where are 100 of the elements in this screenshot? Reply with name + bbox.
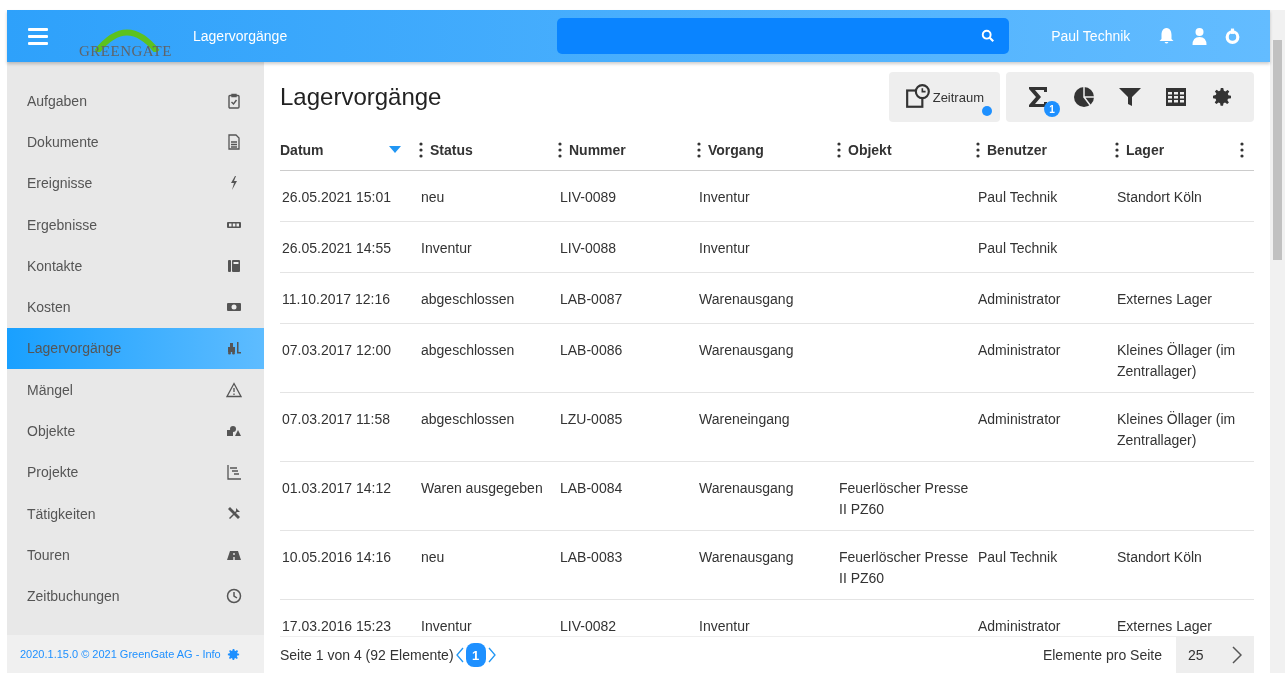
table-cell: LAB-0087 xyxy=(560,291,623,307)
search-icon[interactable] xyxy=(981,29,996,43)
column-menu-icon[interactable] xyxy=(419,142,423,158)
table-cell: Inventur xyxy=(699,240,750,256)
table-cell: Inventur xyxy=(421,618,472,634)
column-header[interactable]: Objekt xyxy=(848,142,892,158)
doc-icon xyxy=(226,133,242,150)
filter-icon[interactable] xyxy=(1118,85,1142,109)
menu-icon[interactable] xyxy=(28,27,48,45)
app-title: Lagervorgänge xyxy=(193,28,288,44)
table-cell: 01.03.2017 14:12 xyxy=(282,480,391,496)
sidebar-item[interactable]: Ergebnisse xyxy=(7,203,264,246)
search-field[interactable] xyxy=(557,18,1010,54)
sidebar-item[interactable]: Ereignisse xyxy=(7,162,264,204)
table-cell: Waren ausgegeben xyxy=(421,480,543,496)
table-cell: LAB-0083 xyxy=(560,549,623,565)
table-cell: LIV-0088 xyxy=(560,240,617,256)
table-cell: 17.03.2016 15:23 xyxy=(282,618,391,634)
page-info: Seite 1 von 4 (92 Elemente) xyxy=(280,647,454,663)
table-cell: LIV-0082 xyxy=(560,618,617,634)
column-menu-icon[interactable] xyxy=(558,142,562,158)
page-button[interactable]: 1 xyxy=(465,643,486,667)
table-icon[interactable] xyxy=(1164,85,1188,109)
table-cell: Inventur xyxy=(699,618,750,634)
sidebar-item[interactable]: Zeitbuchungen xyxy=(7,575,264,617)
sum-icon[interactable] xyxy=(1026,85,1050,109)
sidebar-item[interactable]: Tätigkeiten xyxy=(7,492,264,535)
per-page-label: Elemente pro Seite xyxy=(1042,647,1162,663)
column-menu-icon[interactable] xyxy=(976,142,980,158)
chevron-right-icon xyxy=(1232,646,1242,664)
table-cell: Standort Köln xyxy=(1117,549,1202,565)
sidebar-item[interactable]: Mängel xyxy=(7,369,264,411)
next-page-icon[interactable] xyxy=(487,647,496,663)
table-cell: 07.03.2017 11:58 xyxy=(282,411,390,427)
count-badge: 1 xyxy=(1044,101,1060,117)
table-cell: LAB-0086 xyxy=(560,342,623,358)
gantt-icon xyxy=(226,464,242,481)
table-cell: Externes Lager xyxy=(1117,618,1212,634)
table-cell: Warenausgang xyxy=(699,480,794,496)
settings-icon[interactable] xyxy=(1210,85,1234,109)
table-cell: 26.05.2021 15:01 xyxy=(282,189,391,205)
column-header[interactable]: Vorgang xyxy=(708,142,764,158)
phone-icon xyxy=(226,257,242,274)
table-cell: abgeschlossen xyxy=(421,342,515,358)
column-menu-icon[interactable] xyxy=(837,142,841,158)
table-cell: Administrator xyxy=(978,618,1061,634)
table-cell: Standort Köln xyxy=(1117,189,1202,205)
pie-chart-icon[interactable] xyxy=(1072,85,1096,109)
zeitraum-button[interactable]: Zeitraum xyxy=(888,72,1000,122)
sidebar-item[interactable]: Kontakte xyxy=(7,245,264,287)
table-cell: Wareneingang xyxy=(699,411,790,427)
table-cell: Paul Technik xyxy=(978,240,1058,256)
sidebar-item[interactable]: Objekte xyxy=(7,410,264,452)
table-cell: Warenausgang xyxy=(699,342,794,358)
table-cell: Feuerlöscher Presse II PZ60 xyxy=(839,480,969,517)
table-cell: 10.05.2016 14:16 xyxy=(282,549,391,565)
table-cell: neu xyxy=(421,549,445,565)
table-cell: Externes Lager xyxy=(1117,291,1212,307)
sidebar-item[interactable]: Aufgaben xyxy=(7,80,264,122)
shapes-icon xyxy=(226,423,242,439)
per-page-select[interactable]: 25 xyxy=(1176,637,1254,673)
table-cell: Paul Technik xyxy=(978,189,1058,205)
column-menu-icon[interactable] xyxy=(1115,142,1119,158)
table-cell: Feuerlöscher Presse II PZ60 xyxy=(839,549,969,586)
table-cell: LZU-0085 xyxy=(560,411,623,427)
clock-icon xyxy=(226,588,242,605)
column-menu-icon[interactable] xyxy=(697,142,701,158)
table-cell: 11.10.2017 12:16 xyxy=(282,291,390,307)
table-cell: Administrator xyxy=(978,291,1061,307)
page-title: Lagervorgänge xyxy=(280,83,443,111)
table-cell: Warenausgang xyxy=(699,549,794,565)
table-cell: Inventur xyxy=(421,240,472,256)
sort-descending-icon[interactable] xyxy=(389,146,401,154)
sidebar-item[interactable]: Kosten xyxy=(7,286,264,328)
table-cell: neu xyxy=(421,189,445,205)
table-cell: 26.05.2021 14:55 xyxy=(282,240,391,256)
clipboard-icon xyxy=(226,92,242,109)
warning-icon xyxy=(226,381,242,398)
column-header[interactable]: Datum xyxy=(280,142,324,158)
column-header[interactable]: Lager xyxy=(1126,142,1165,158)
sidebar-item[interactable]: Projekte xyxy=(7,451,264,493)
table-cell: Administrator xyxy=(978,342,1061,358)
table-cell: LAB-0084 xyxy=(560,480,623,496)
column-header[interactable]: Status xyxy=(430,142,473,158)
column-menu-icon[interactable] xyxy=(1240,142,1244,158)
table-cell: LIV-0089 xyxy=(560,189,617,205)
previous-page-icon[interactable] xyxy=(455,647,464,663)
sidebar-item[interactable]: Touren xyxy=(7,534,264,576)
column-header[interactable]: Nummer xyxy=(569,142,626,158)
table-cell: abgeschlossen xyxy=(421,291,515,307)
scrollbar-thumb[interactable] xyxy=(1273,40,1282,260)
sidebar-item[interactable]: Dokumente xyxy=(7,121,264,163)
table-cell: Kleines Öllager (im Zentrallager) xyxy=(1117,411,1236,448)
table-cell: Administrator xyxy=(978,411,1061,427)
table-cell: Inventur xyxy=(699,189,750,205)
logo-text: GREENGATE xyxy=(79,43,172,60)
column-header[interactable]: Benutzer xyxy=(987,142,1047,158)
table-cell: 07.03.2017 12:00 xyxy=(282,342,391,358)
calendar-clock-icon xyxy=(904,84,931,110)
table-cell: Paul Technik xyxy=(978,549,1058,565)
